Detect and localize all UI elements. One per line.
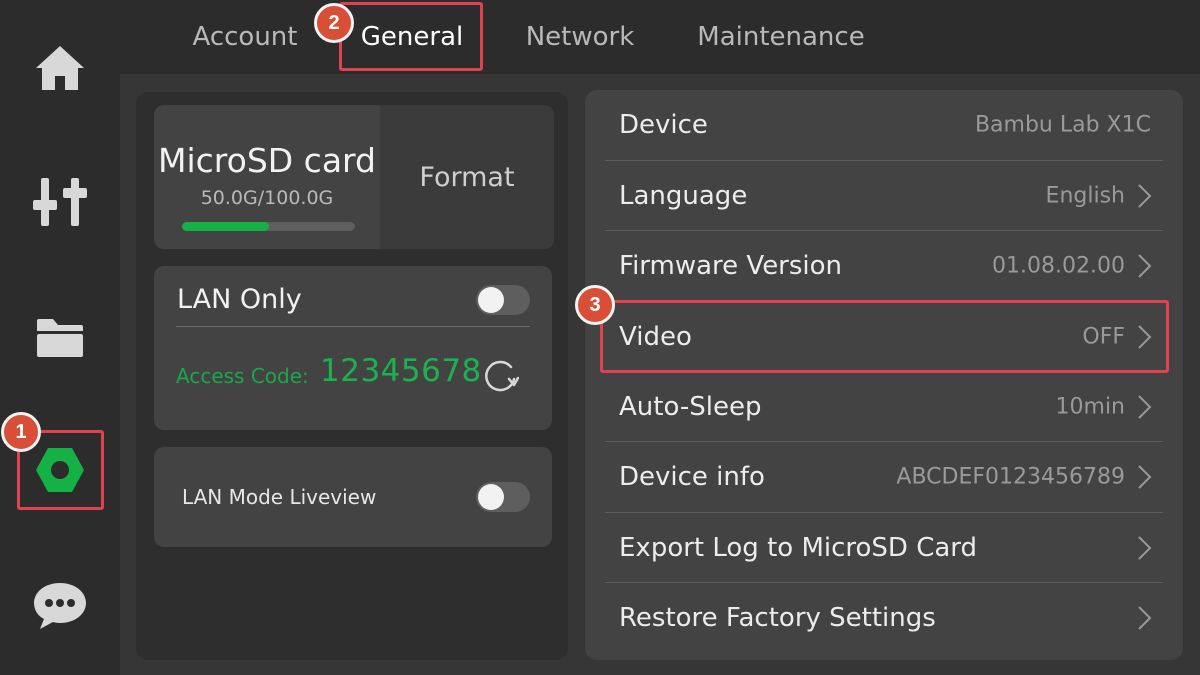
sidebar-item-home[interactable] [20,28,100,108]
step-badge-2: 2 [314,3,354,43]
chevron-right-icon [1138,395,1152,419]
folder-icon [37,319,83,357]
lan-only-panel: LAN Only Access Code: 12345678 [154,266,552,430]
setting-row-device[interactable]: Device Bambu Lab X1C [605,90,1163,160]
chevron-right-icon [1138,536,1152,560]
tab-network[interactable]: Network [510,0,650,74]
highlight-video-row [600,300,1169,373]
setting-value: 01.08.02.00 [992,253,1125,279]
setting-label: Device [619,110,708,140]
setting-value: English [1045,183,1125,209]
setting-row-language[interactable]: Language English [605,161,1163,231]
microsd-title: MicroSD card [158,141,376,180]
refresh-access-code-button[interactable] [480,356,520,396]
access-code-label: Access Code: [176,364,309,388]
sidebar-item-messages[interactable] [20,566,100,646]
lan-mode-liveview-toggle[interactable] [476,482,530,512]
chevron-right-icon [1138,184,1152,208]
chevron-right-icon [1138,606,1152,630]
chevron-right-icon [1138,254,1152,278]
home-icon [36,46,84,90]
divider [176,326,530,327]
setting-value: 10min [1055,394,1125,420]
setting-row-auto-sleep[interactable]: Auto-Sleep 10min [605,372,1163,442]
format-button[interactable]: Format [380,105,554,249]
step-badge-3: 3 [575,285,615,325]
storage-progress-bar [182,222,355,231]
sidebar [0,0,120,675]
microsd-usage: 50.0G/100.0G [200,187,334,209]
highlight-general-tab [339,2,483,71]
setting-value: ABCDEF0123456789 [896,464,1125,490]
toggle-knob [478,484,504,510]
tab-account[interactable]: Account [175,0,315,74]
storage-progress-fill [182,222,269,231]
setting-row-export-log[interactable]: Export Log to MicroSD Card [605,513,1163,583]
sidebar-item-files[interactable] [20,298,100,378]
setting-row-device-info[interactable]: Device info ABCDEF0123456789 [605,442,1163,512]
chat-icon [34,583,86,629]
setting-label: Language [619,181,748,211]
setting-label: Restore Factory Settings [619,603,936,633]
access-code-value: 12345678 [320,353,482,389]
chevron-right-icon [1138,465,1152,489]
tab-maintenance[interactable]: Maintenance [690,0,872,74]
setting-value: Bambu Lab X1C [974,112,1151,138]
toggle-knob [478,287,504,313]
lan-only-toggle[interactable] [476,285,530,315]
lan-mode-liveview-label: LAN Mode Liveview [182,485,377,509]
tab-bar: Account General Network Maintenance [120,0,1200,74]
sidebar-item-controls[interactable] [20,162,100,242]
setting-row-restore-factory[interactable]: Restore Factory Settings [605,583,1163,653]
setting-label: Device info [619,462,765,492]
sliders-icon [33,178,87,226]
microsd-card-panel: MicroSD card 50.0G/100.0G Format [154,105,554,249]
setting-label: Export Log to MicroSD Card [619,533,978,563]
setting-label: Firmware Version [619,251,843,281]
refresh-icon [485,360,519,392]
lan-mode-liveview-panel: LAN Mode Liveview [154,447,552,547]
setting-label: Auto-Sleep [619,392,762,422]
lan-only-label: LAN Only [177,284,302,315]
step-badge-1: 1 [1,412,41,452]
setting-row-firmware[interactable]: Firmware Version 01.08.02.00 [605,231,1163,301]
